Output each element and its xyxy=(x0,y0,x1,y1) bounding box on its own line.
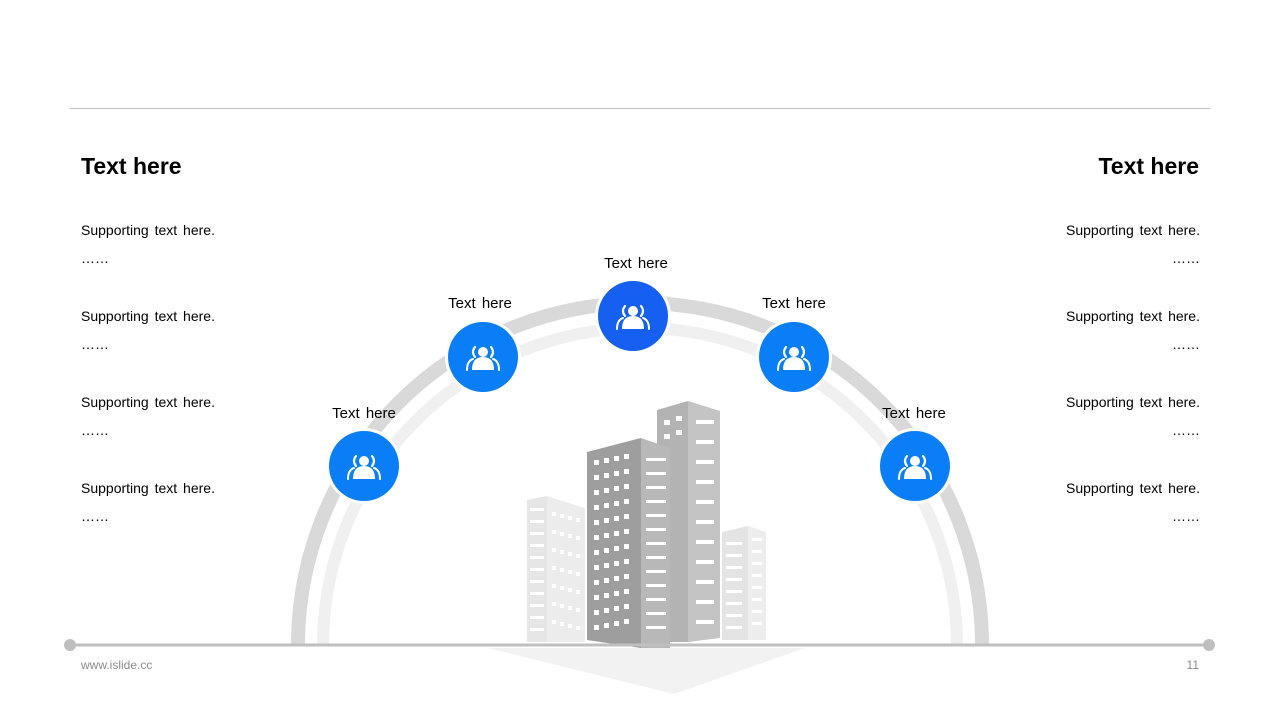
arc-node[interactable] xyxy=(326,428,402,504)
node-label: Text here xyxy=(762,295,826,312)
arc-node[interactable] xyxy=(877,428,953,504)
node-label: Text here xyxy=(882,405,946,422)
baseline-end-dot xyxy=(1203,639,1215,651)
baseline-start-dot xyxy=(64,639,76,651)
node-label: Text here xyxy=(332,405,396,422)
buildings-illustration xyxy=(527,401,766,648)
arc-diagram xyxy=(64,278,1215,694)
footer-url[interactable]: www.islide.cc xyxy=(81,658,152,672)
ground-shadow xyxy=(488,648,805,694)
node-label: Text here xyxy=(604,255,668,272)
arc-node[interactable] xyxy=(756,319,832,395)
node-label: Text here xyxy=(448,295,512,312)
arc-node[interactable] xyxy=(445,319,521,395)
page-number: 11 xyxy=(1186,658,1199,672)
arc-node[interactable] xyxy=(595,278,671,354)
